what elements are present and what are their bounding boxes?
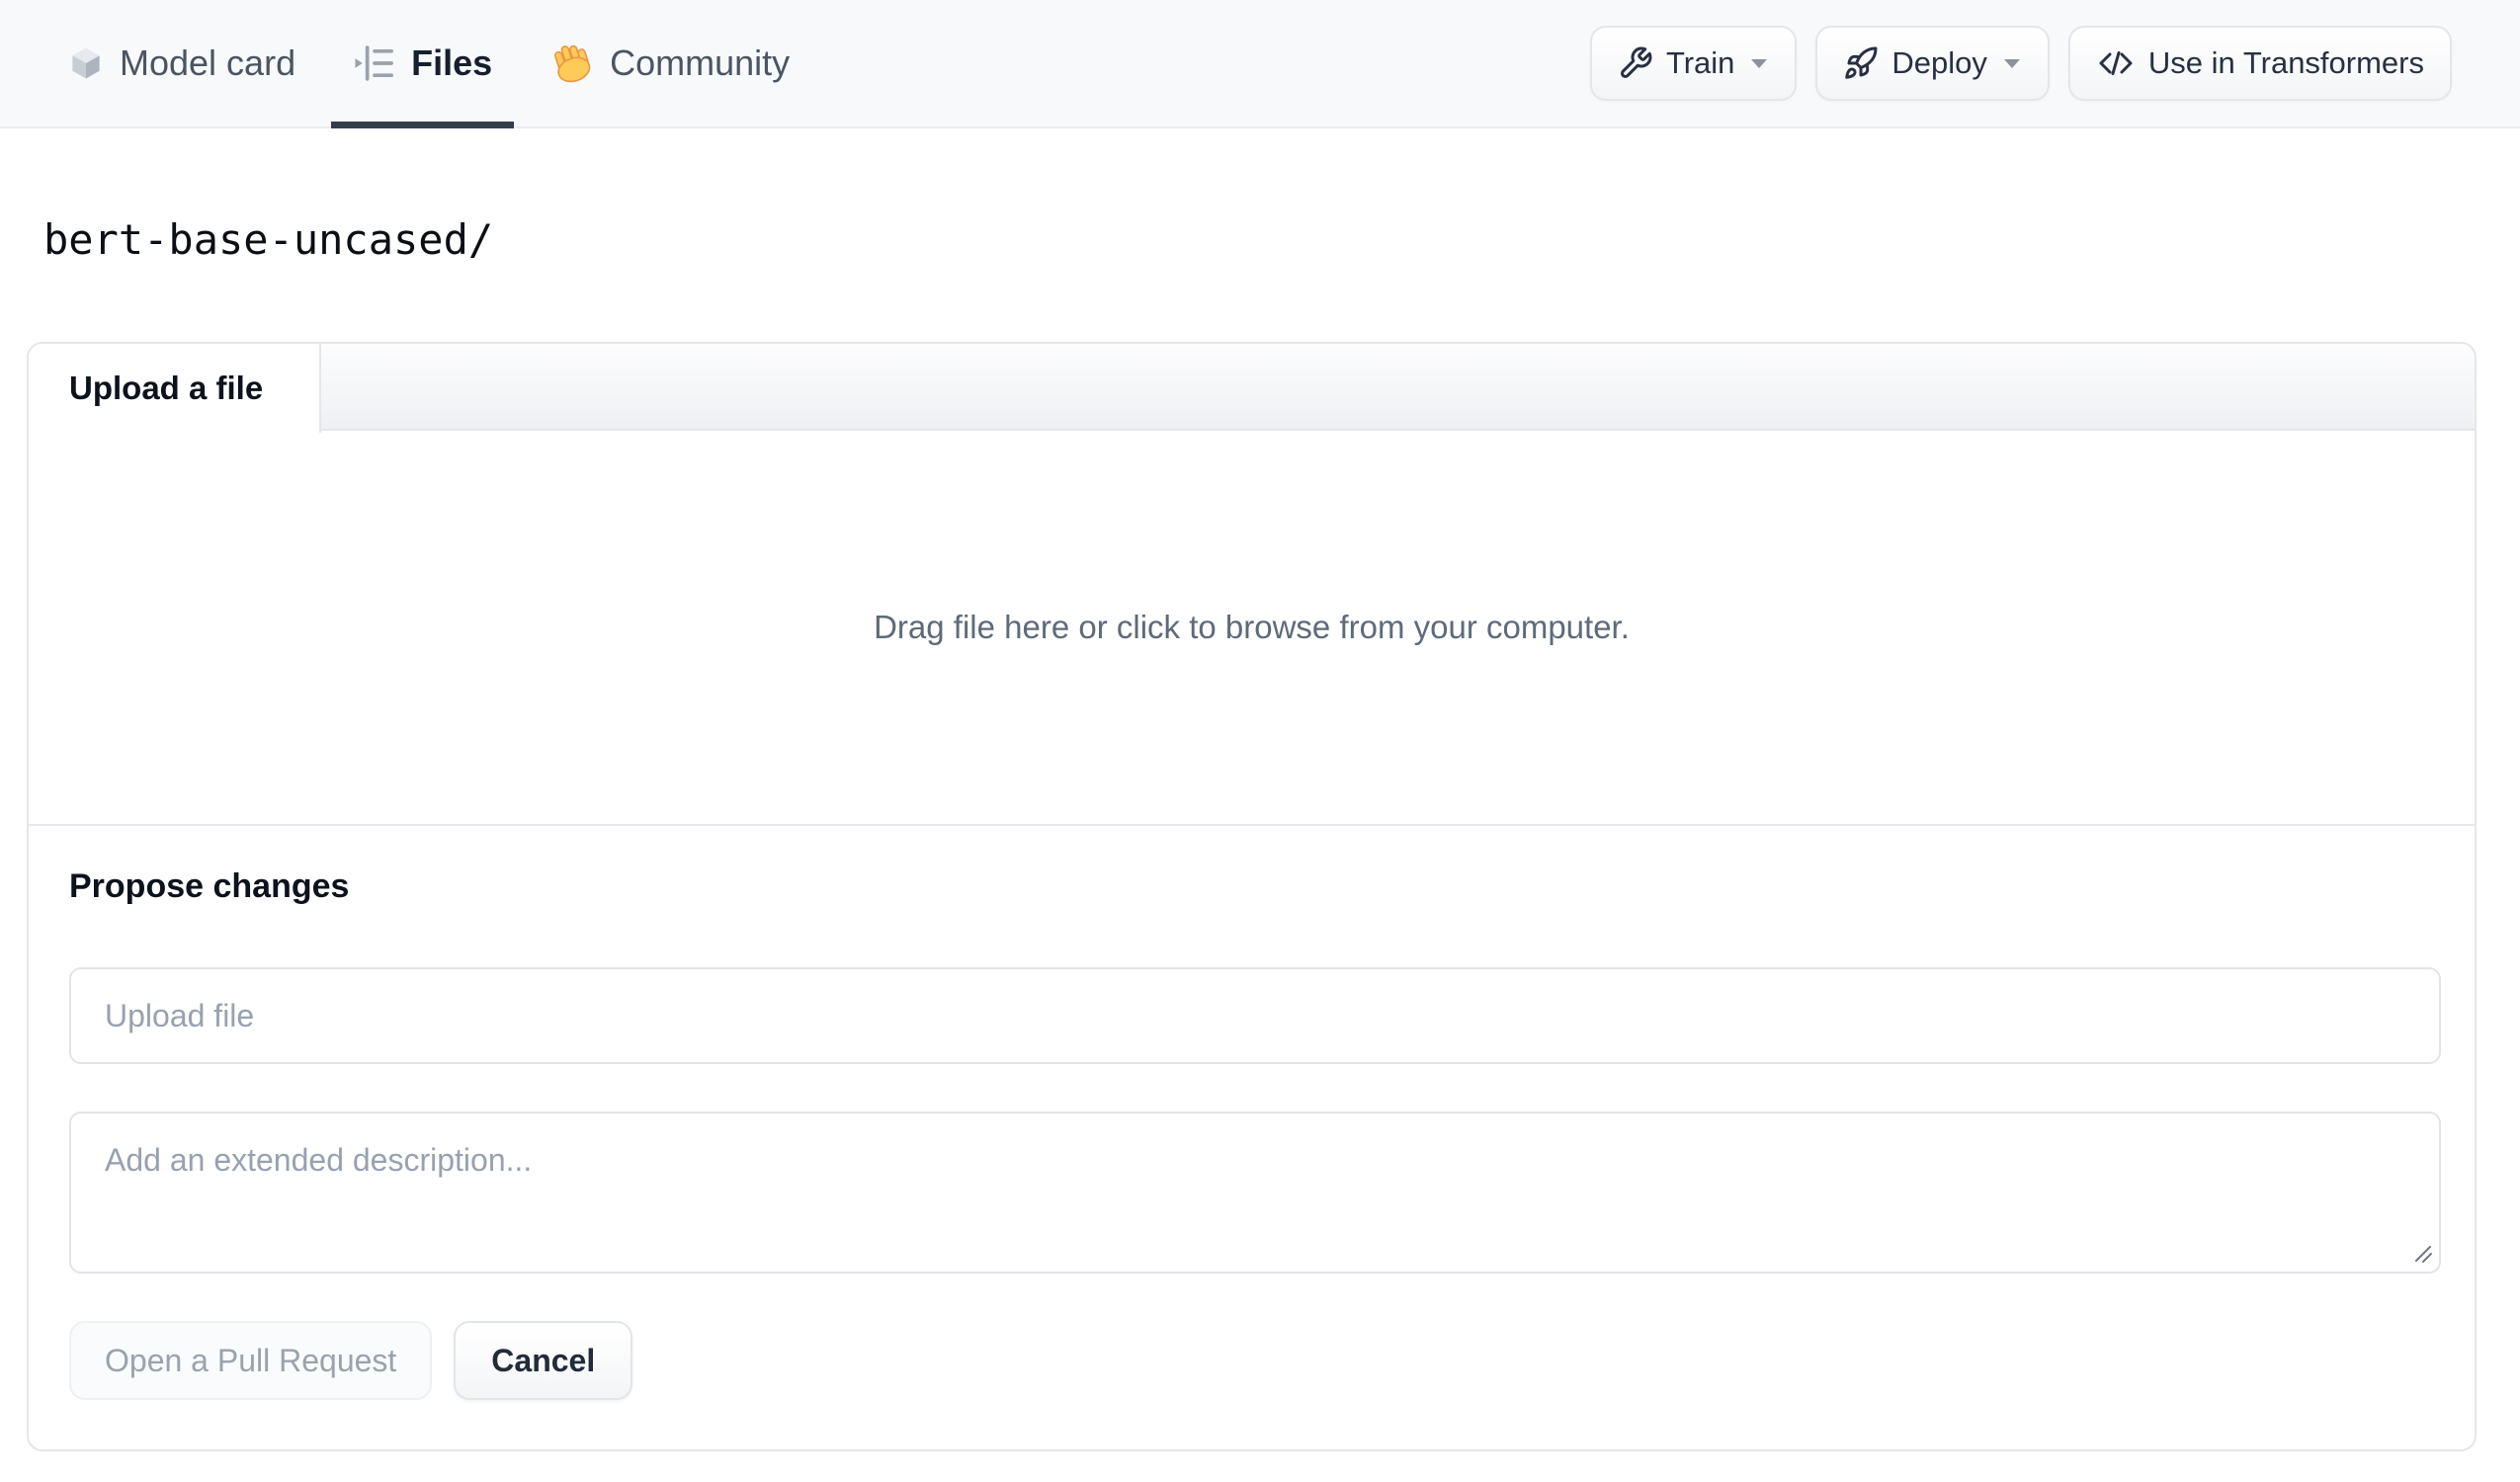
rocket-icon	[1843, 45, 1879, 81]
propose-actions-row: Open a Pull Request Cancel	[69, 1321, 2434, 1400]
tab-files[interactable]: Files	[331, 0, 515, 128]
file-dropzone[interactable]: Drag file here or click to browse from y…	[29, 431, 2475, 826]
propose-changes-section: Propose changes Open a Pull Request Canc…	[29, 826, 2475, 1400]
file-versions-icon	[353, 43, 396, 83]
train-button-label: Train	[1665, 45, 1735, 80]
waving-hand-icon	[549, 41, 595, 86]
use-in-transformers-label: Use in Transformers	[2147, 45, 2424, 80]
repo-path-heading: bert-base-uncased/	[43, 215, 494, 264]
upload-file-input[interactable]	[69, 967, 2441, 1064]
repo-actions: Train Deploy Use in Transformers	[1589, 0, 2452, 126]
open-pull-request-button[interactable]: Open a Pull Request	[69, 1321, 433, 1400]
code-icon	[2096, 45, 2136, 81]
upload-panel-tabstrip: Upload a file	[29, 344, 2475, 433]
deploy-button-label: Deploy	[1891, 45, 1987, 80]
train-button[interactable]: Train	[1589, 26, 1798, 101]
dropzone-hint-text: Drag file here or click to browse from y…	[874, 609, 1630, 645]
upload-a-file-tab-label: Upload a file	[69, 370, 264, 406]
extended-description-textarea[interactable]	[69, 1112, 2441, 1274]
repo-tabs: Model card Files Community	[45, 0, 811, 128]
model-files-page: Model card Files Community Train Deploy …	[0, 0, 2520, 1482]
tab-model-card[interactable]: Model card	[45, 0, 317, 126]
top-nav: Model card Files Community Train Deploy …	[0, 0, 2520, 128]
cube-icon	[67, 44, 105, 82]
cancel-button[interactable]: Cancel	[454, 1321, 633, 1400]
tab-files-label: Files	[411, 42, 493, 83]
tab-model-card-label: Model card	[120, 42, 296, 83]
tab-community-label: Community	[610, 42, 791, 83]
use-in-transformers-button[interactable]: Use in Transformers	[2067, 26, 2452, 101]
wrench-icon	[1618, 45, 1653, 81]
description-field-wrapper	[69, 1112, 2441, 1274]
tab-community[interactable]: Community	[528, 0, 811, 126]
propose-changes-heading: Propose changes	[69, 867, 350, 905]
deploy-button[interactable]: Deploy	[1815, 26, 2050, 101]
chevron-down-icon	[1749, 57, 1769, 70]
upload-panel: Upload a file Drag file here or click to…	[27, 342, 2477, 1451]
upload-a-file-tab[interactable]: Upload a file	[29, 344, 321, 433]
chevron-down-icon	[2002, 57, 2022, 70]
